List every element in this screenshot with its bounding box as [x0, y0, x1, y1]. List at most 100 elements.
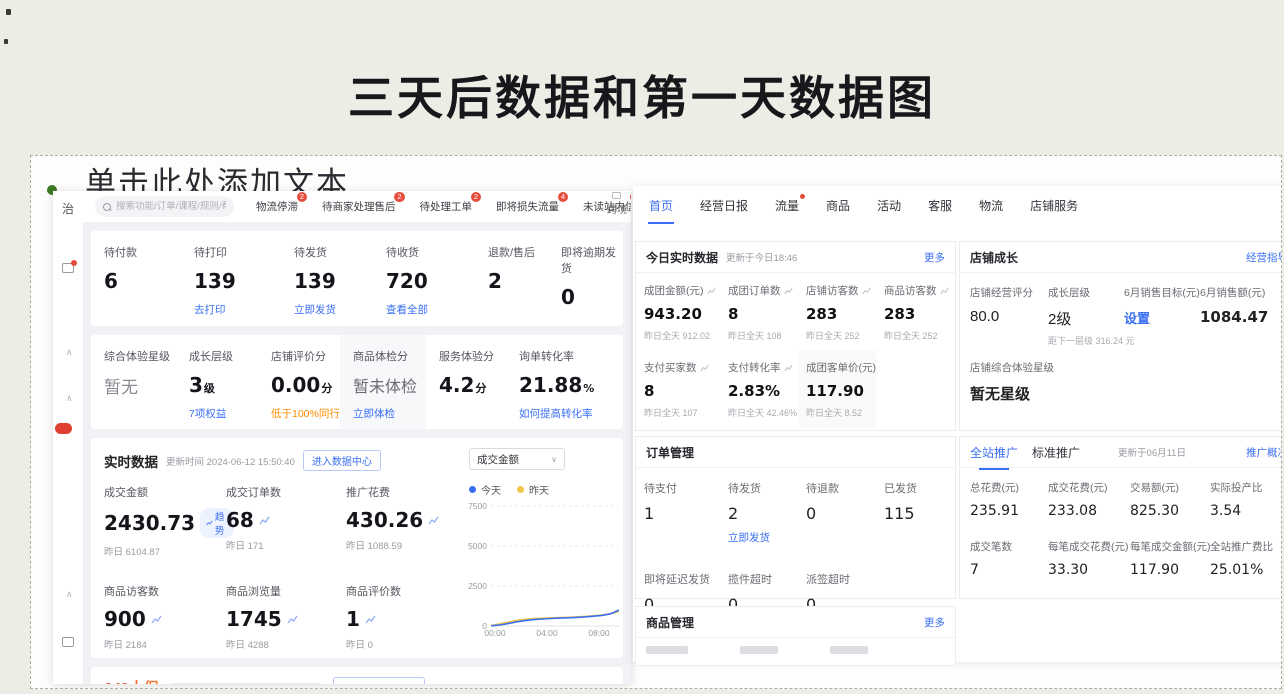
chart-plot-area: 7500 5000 2500 0	[463, 504, 623, 628]
left-sidebar: 治 ∧ ∧ ∧	[53, 191, 83, 684]
stat-transaction-amount: 交易额(元) 825.30	[1130, 480, 1210, 533]
sidebar-label: 治	[62, 200, 74, 217]
stat-label: 成团金额(元)	[644, 283, 704, 298]
check-now-link[interactable]: 立即体检	[353, 406, 426, 421]
toolbar-shortcuts: 物流停滞2 待商家处理售后2 待处理工单2 即将损失流量4 未读站内信66	[256, 199, 631, 214]
data-center-button[interactable]: 进入数据中心	[303, 450, 381, 471]
sidebar-bottom-icon[interactable]	[62, 637, 74, 647]
promo-banner-card: 640大促	[91, 667, 623, 684]
toolbar-item-label: 即将损失流量	[496, 201, 559, 213]
stat-value: 2级	[1048, 308, 1124, 329]
stat-yesterday: 昨日 2184	[104, 637, 226, 651]
stat-value: 0	[806, 504, 872, 523]
chart-metric-dropdown[interactable]: 成交金额 ∨	[469, 448, 565, 470]
tab-products[interactable]: 商品	[826, 197, 850, 214]
ship-now-link[interactable]: 立即发货	[728, 530, 794, 545]
stat-label: 成团订单数	[728, 283, 781, 298]
tab-customer-service[interactable]: 客服	[928, 197, 952, 214]
toolbar-item-pending-aftersale[interactable]: 待商家处理售后2	[322, 199, 396, 214]
stat-gmv: 成交金额 2430.73 趋势 昨日 6104.87	[104, 484, 226, 558]
stat-label: 成交花费(元)	[1048, 480, 1130, 495]
rights-link[interactable]: 7项权益	[189, 406, 258, 421]
improve-conversion-link[interactable]: 如何提高转化率	[519, 406, 623, 421]
tab-daily-report[interactable]: 经营日报	[700, 197, 748, 214]
stat-shipped: 已发货 115	[876, 468, 955, 545]
today-realtime-section: 今日实时数据 更新于今日18:46 更多 成团金额(元) 943.20 昨日全天…	[635, 241, 956, 431]
stat-value: 暂无星级	[970, 383, 1054, 404]
stat-to-ship: 待发货 2 立即发货	[720, 468, 798, 545]
stat-yesterday: 昨日 0	[346, 637, 456, 651]
search-box[interactable]	[95, 196, 234, 217]
promo-signup-button[interactable]	[333, 677, 425, 684]
dropdown-value: 成交金额	[477, 452, 519, 467]
stat-value: 0	[561, 285, 623, 309]
stat-label: 商品访客数	[104, 583, 226, 599]
stat-value: 2430.73	[104, 511, 195, 535]
trend-icon	[784, 287, 793, 295]
stat-label: 每笔成交花费(元)	[1048, 539, 1130, 554]
product-management-section: 商品管理 更多	[635, 606, 956, 666]
trend-icon	[784, 364, 793, 372]
tab-shop-services[interactable]: 店铺服务	[1030, 197, 1078, 214]
stat-label: 即将逾期发货	[561, 244, 623, 276]
promo-overview-link[interactable]: 推广概况	[1246, 445, 1282, 460]
chevron-up-icon[interactable]: ∧	[66, 347, 73, 358]
stat-label: 推广花费	[346, 484, 456, 500]
stat-label: 店铺评价分	[271, 348, 340, 364]
stat-yesterday: 昨日全天 107	[644, 406, 716, 419]
stat-label: 支付买家数	[644, 360, 697, 375]
stat-deal-count: 成交笔数 7	[970, 539, 1048, 592]
more-link[interactable]: 更多	[924, 250, 945, 265]
go-print-link[interactable]: 去打印	[194, 302, 294, 317]
legend-dot-yesterday	[517, 486, 524, 493]
stat-value: 暂无	[104, 373, 176, 398]
more-link[interactable]: 更多	[924, 615, 945, 630]
stat-label: 退款/售后	[488, 244, 561, 260]
stat-value: 720	[386, 269, 488, 293]
stat-label: 总花费(元)	[970, 480, 1048, 495]
chevron-up-icon[interactable]: ∧	[66, 393, 73, 404]
stat-product-reviews: 商品评价数 1 昨日 0	[346, 583, 456, 651]
stat-yesterday: 昨日全天 8.52	[806, 406, 872, 419]
stat-label: 揽件超时	[728, 571, 794, 587]
set-target-link[interactable]: 设置	[1124, 308, 1200, 327]
tab-home[interactable]: 首页	[649, 197, 673, 214]
sidebar-menu-icon[interactable]	[62, 263, 74, 273]
tab-traffic[interactable]: 流量	[775, 197, 799, 214]
stat-star-level: 综合体验星级 暂无	[91, 335, 176, 429]
tab-sitewide-promo[interactable]: 全站推广	[970, 444, 1018, 461]
stat-value: 825.30	[1130, 503, 1210, 519]
tab-logistics[interactable]: 物流	[979, 197, 1003, 214]
view-all-link[interactable]: 查看全部	[386, 302, 488, 317]
stat-pending-receive: 待收货 720 查看全部	[386, 244, 488, 326]
stat-value: 0.00	[271, 373, 320, 397]
stat-label: 派签超时	[806, 571, 872, 587]
chevron-up-icon[interactable]: ∧	[66, 589, 73, 600]
tab-activities[interactable]: 活动	[877, 197, 901, 214]
toolbar-item-traffic-loss[interactable]: 即将损失流量4	[496, 199, 559, 214]
stat-value: 139	[194, 269, 294, 293]
promo-title: 640大促	[104, 677, 159, 685]
stat-label: 成交笔数	[970, 539, 1048, 554]
tab-standard-promo[interactable]: 标准推广	[1032, 444, 1080, 461]
toolbar-item-logistics-stalled[interactable]: 物流停滞2	[256, 199, 298, 214]
stat-group-orders: 成团订单数 8 昨日全天 108	[720, 273, 798, 350]
promo-updated: 更新于06月11日	[1118, 445, 1186, 459]
stat-yesterday: 昨日 4288	[226, 637, 346, 651]
stat-paying-buyers: 支付买家数 8 昨日全天 107	[636, 350, 720, 427]
stat-label: 即将延迟发货	[644, 571, 716, 587]
stat-value: 117.90	[806, 382, 872, 400]
stat-label: 待支付	[644, 480, 716, 496]
window-icon	[612, 192, 621, 199]
stat-yesterday: 昨日全天 252	[884, 329, 951, 342]
stat-pending-print: 待打印 139 去打印	[194, 244, 294, 326]
ship-now-link[interactable]: 立即发货	[294, 302, 386, 317]
trend-icon	[151, 615, 162, 624]
stat-shop-visitors: 店铺访客数 283 昨日全天 252	[798, 273, 876, 350]
toolbar-item-pending-ticket[interactable]: 待处理工单2	[420, 199, 473, 214]
stat-product-visitors: 商品访客数 283 昨日全天 252	[876, 273, 955, 350]
search-input[interactable]	[116, 201, 226, 212]
trend-icon	[707, 287, 716, 295]
toolbar-item-label: 待处理工单	[420, 201, 473, 213]
guide-link[interactable]: 经营指导	[1246, 250, 1282, 265]
